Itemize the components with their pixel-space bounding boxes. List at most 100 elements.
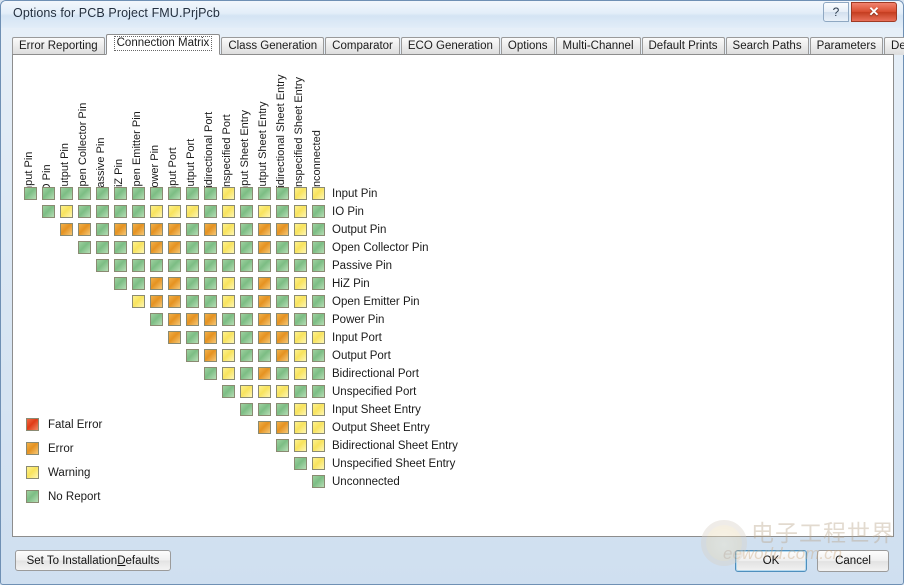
- matrix-cell[interactable]: [294, 295, 307, 308]
- matrix-cell[interactable]: [204, 241, 217, 254]
- matrix-cell[interactable]: [312, 277, 325, 290]
- matrix-cell[interactable]: [276, 331, 289, 344]
- matrix-cell[interactable]: [240, 349, 253, 362]
- matrix-cell[interactable]: [276, 241, 289, 254]
- matrix-cell[interactable]: [168, 259, 181, 272]
- matrix-cell[interactable]: [150, 295, 163, 308]
- matrix-cell[interactable]: [222, 349, 235, 362]
- matrix-cell[interactable]: [168, 241, 181, 254]
- matrix-cell[interactable]: [276, 277, 289, 290]
- matrix-cell[interactable]: [168, 187, 181, 200]
- matrix-cell[interactable]: [204, 205, 217, 218]
- matrix-cell[interactable]: [276, 205, 289, 218]
- matrix-cell[interactable]: [276, 439, 289, 452]
- matrix-cell[interactable]: [258, 385, 271, 398]
- matrix-cell[interactable]: [258, 313, 271, 326]
- matrix-cell[interactable]: [276, 295, 289, 308]
- matrix-cell[interactable]: [114, 223, 127, 236]
- matrix-cell[interactable]: [204, 331, 217, 344]
- matrix-cell[interactable]: [312, 187, 325, 200]
- matrix-cell[interactable]: [186, 331, 199, 344]
- matrix-cell[interactable]: [240, 367, 253, 380]
- matrix-cell[interactable]: [312, 223, 325, 236]
- matrix-cell[interactable]: [132, 205, 145, 218]
- tab-search-paths[interactable]: Search Paths: [725, 37, 809, 55]
- matrix-cell[interactable]: [114, 259, 127, 272]
- matrix-cell[interactable]: [258, 277, 271, 290]
- matrix-cell[interactable]: [312, 241, 325, 254]
- matrix-cell[interactable]: [240, 241, 253, 254]
- matrix-cell[interactable]: [114, 205, 127, 218]
- matrix-cell[interactable]: [132, 241, 145, 254]
- matrix-cell[interactable]: [276, 187, 289, 200]
- help-icon[interactable]: ?: [823, 2, 849, 22]
- matrix-cell[interactable]: [150, 277, 163, 290]
- matrix-cell[interactable]: [294, 205, 307, 218]
- matrix-cell[interactable]: [132, 223, 145, 236]
- matrix-cell[interactable]: [276, 385, 289, 398]
- matrix-cell[interactable]: [186, 259, 199, 272]
- matrix-cell[interactable]: [294, 367, 307, 380]
- matrix-cell[interactable]: [24, 187, 37, 200]
- matrix-cell[interactable]: [150, 223, 163, 236]
- tab-eco-generation[interactable]: ECO Generation: [400, 37, 500, 55]
- matrix-cell[interactable]: [96, 241, 109, 254]
- tab-error-reporting[interactable]: Error Reporting: [12, 37, 105, 55]
- matrix-cell[interactable]: [60, 187, 73, 200]
- matrix-cell[interactable]: [204, 313, 217, 326]
- matrix-cell[interactable]: [294, 403, 307, 416]
- set-to-installation-defaults-button[interactable]: Set To Installation Defaults: [15, 550, 171, 571]
- matrix-cell[interactable]: [312, 313, 325, 326]
- matrix-cell[interactable]: [132, 295, 145, 308]
- matrix-cell[interactable]: [60, 223, 73, 236]
- matrix-cell[interactable]: [96, 187, 109, 200]
- matrix-cell[interactable]: [240, 385, 253, 398]
- matrix-cell[interactable]: [258, 259, 271, 272]
- tab-comparator[interactable]: Comparator: [325, 37, 400, 55]
- matrix-cell[interactable]: [78, 205, 91, 218]
- matrix-cell[interactable]: [168, 295, 181, 308]
- matrix-cell[interactable]: [312, 367, 325, 380]
- matrix-cell[interactable]: [240, 277, 253, 290]
- matrix-cell[interactable]: [294, 457, 307, 470]
- matrix-cell[interactable]: [294, 385, 307, 398]
- matrix-cell[interactable]: [222, 385, 235, 398]
- matrix-cell[interactable]: [186, 277, 199, 290]
- tab-connection-matrix[interactable]: Connection Matrix: [105, 34, 221, 55]
- matrix-cell[interactable]: [294, 223, 307, 236]
- matrix-cell[interactable]: [42, 187, 55, 200]
- matrix-cell[interactable]: [150, 241, 163, 254]
- matrix-cell[interactable]: [312, 205, 325, 218]
- matrix-cell[interactable]: [294, 439, 307, 452]
- matrix-cell[interactable]: [204, 349, 217, 362]
- matrix-cell[interactable]: [276, 421, 289, 434]
- tab-class-generation[interactable]: Class Generation: [221, 37, 325, 55]
- matrix-cell[interactable]: [240, 259, 253, 272]
- matrix-cell[interactable]: [312, 457, 325, 470]
- tab-multi-channel[interactable]: Multi-Channel: [555, 37, 641, 55]
- matrix-cell[interactable]: [96, 205, 109, 218]
- title-bar[interactable]: Options for PCB Project FMU.PrjPcb ? ✕: [1, 1, 903, 28]
- matrix-cell[interactable]: [258, 187, 271, 200]
- matrix-cell[interactable]: [204, 187, 217, 200]
- tab-device-sheets[interactable]: Device Sheets: [884, 37, 904, 55]
- matrix-cell[interactable]: [294, 421, 307, 434]
- matrix-cell[interactable]: [312, 349, 325, 362]
- matrix-cell[interactable]: [276, 223, 289, 236]
- matrix-cell[interactable]: [132, 277, 145, 290]
- matrix-cell[interactable]: [186, 205, 199, 218]
- matrix-cell[interactable]: [240, 295, 253, 308]
- ok-button[interactable]: OK: [735, 550, 807, 572]
- matrix-cell[interactable]: [276, 367, 289, 380]
- matrix-cell[interactable]: [294, 241, 307, 254]
- matrix-cell[interactable]: [78, 223, 91, 236]
- matrix-cell[interactable]: [240, 205, 253, 218]
- matrix-cell[interactable]: [312, 421, 325, 434]
- matrix-cell[interactable]: [96, 259, 109, 272]
- matrix-cell[interactable]: [240, 223, 253, 236]
- matrix-cell[interactable]: [78, 187, 91, 200]
- matrix-cell[interactable]: [114, 241, 127, 254]
- matrix-cell[interactable]: [312, 403, 325, 416]
- matrix-cell[interactable]: [168, 277, 181, 290]
- matrix-cell[interactable]: [312, 475, 325, 488]
